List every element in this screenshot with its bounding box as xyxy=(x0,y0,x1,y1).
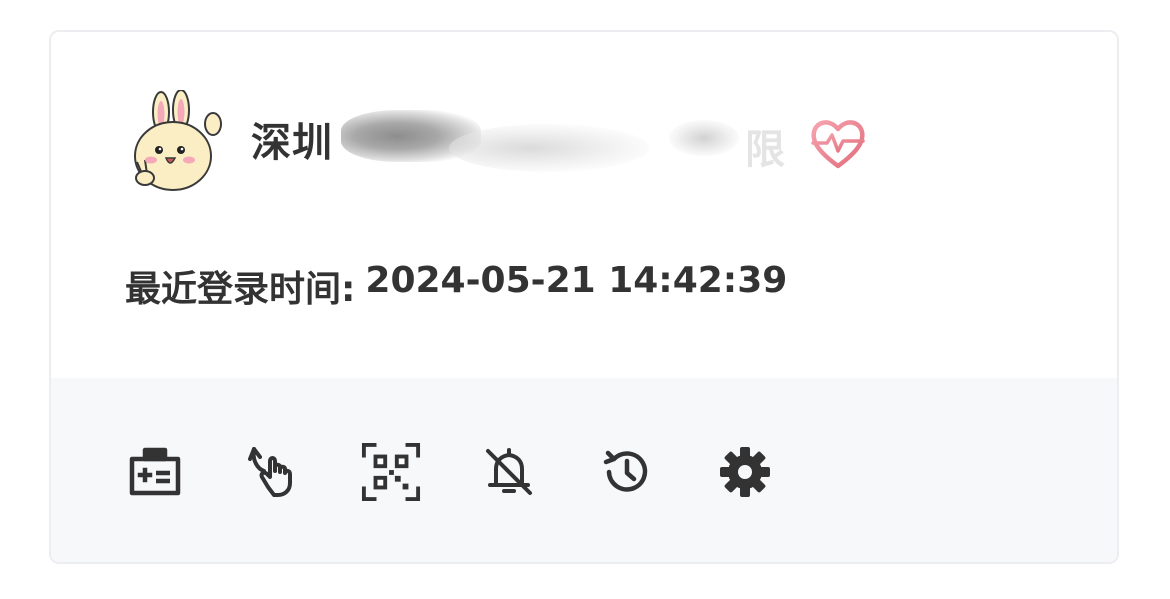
profile-name-text: 深圳 xyxy=(251,120,333,166)
profile-name-tail: 限 xyxy=(745,127,785,173)
avatar[interactable] xyxy=(125,90,229,194)
qr-scan-icon xyxy=(361,442,421,502)
action-toolbar xyxy=(51,378,1117,562)
qr-scan-button[interactable] xyxy=(361,442,421,502)
profile-card: 深圳 限 最近登录时间: 2024-05-21 14:42:39 xyxy=(49,30,1119,564)
last-login: 最近登录时间: 2024-05-21 14:42:39 xyxy=(125,260,787,312)
heart-pulse-icon[interactable] xyxy=(809,116,867,170)
last-login-value: 2024-05-21 14:42:39 xyxy=(365,260,788,301)
profile-name: 深圳 限 xyxy=(251,104,785,174)
last-login-label: 最近登录时间: xyxy=(125,269,356,310)
history-icon xyxy=(603,450,648,492)
settings-button[interactable] xyxy=(715,442,775,502)
id-card-button[interactable] xyxy=(125,442,185,502)
history-button[interactable] xyxy=(597,442,657,502)
settings-icon xyxy=(720,447,770,497)
tap-gesture-icon xyxy=(248,447,292,497)
bunny-avatar-icon xyxy=(134,90,222,191)
id-card-icon xyxy=(129,447,181,496)
profile-header: 深圳 限 最近登录时间: 2024-05-21 14:42:39 xyxy=(51,32,1117,378)
redacted-name: 限 xyxy=(339,104,785,174)
bell-off-icon xyxy=(486,448,532,495)
notifications-off-button[interactable] xyxy=(479,442,539,502)
tap-gesture-button[interactable] xyxy=(243,442,303,502)
